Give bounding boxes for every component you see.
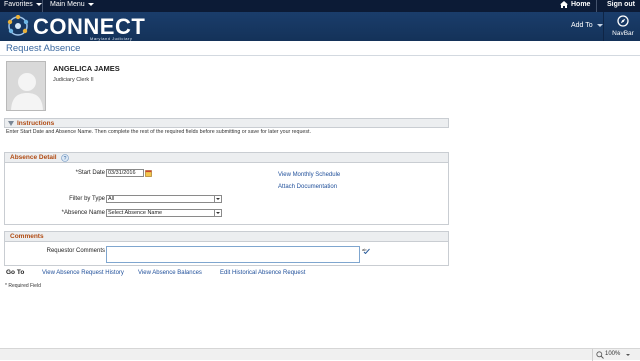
sign-out-label: Sign out: [607, 1, 635, 8]
view-monthly-schedule-link[interactable]: View Monthly Schedule: [278, 172, 340, 178]
status-divider: [592, 349, 593, 361]
requestor-comments-label: Requestor Comments: [46, 248, 105, 254]
filter-by-type-label: Filter by Type: [69, 196, 105, 202]
add-to-menu[interactable]: Add To: [571, 22, 603, 29]
instructions-heading: Instructions: [17, 120, 55, 127]
main-menu-label: Main Menu: [50, 1, 85, 8]
dropdown-arrow-icon: [214, 210, 221, 216]
collapse-triangle-icon: [8, 121, 14, 126]
spell-check-icon[interactable]: ab: [362, 247, 370, 254]
top-menu-bar: Favorites Main Menu Home Sign out: [0, 0, 640, 12]
absence-detail-header: Absence Detail ?: [4, 152, 449, 163]
dropdown-arrow-icon: [214, 196, 221, 202]
navbar-label: NavBar: [612, 30, 634, 37]
home-icon: [560, 1, 568, 8]
page-title: Request Absence: [6, 43, 81, 54]
absence-detail-heading: Absence Detail: [10, 154, 57, 161]
page-title-row: Request Absence: [0, 41, 640, 56]
help-icon[interactable]: ?: [61, 154, 69, 162]
favorites-menu[interactable]: Favorites: [4, 1, 42, 8]
absence-name-value: Select Absence Name: [108, 210, 163, 216]
edit-historical-absence-request-link[interactable]: Edit Historical Absence Request: [220, 270, 305, 276]
view-absence-balances-link[interactable]: View Absence Balances: [138, 270, 202, 276]
chevron-down-icon: [596, 24, 603, 27]
menu-divider: [42, 0, 43, 12]
zoom-level[interactable]: 100%: [605, 351, 620, 357]
comments-header: Comments: [4, 231, 449, 242]
svg-text:?: ?: [64, 156, 67, 162]
calendar-icon[interactable]: [145, 170, 152, 177]
avatar: [6, 61, 46, 111]
home-link[interactable]: Home: [560, 1, 590, 8]
filter-by-type-select[interactable]: All: [106, 195, 222, 203]
attach-documentation-link[interactable]: Attach Documentation: [278, 184, 337, 190]
filter-by-type-value: All: [108, 196, 115, 202]
person-silhouette-icon: [11, 73, 43, 110]
svg-text:ab: ab: [362, 247, 367, 252]
start-date-input[interactable]: 03/31/2016: [106, 169, 144, 177]
view-absence-request-history-link[interactable]: View Absence Request History: [42, 270, 124, 276]
go-to-label: Go To: [6, 269, 25, 276]
comments-panel: Requestor Comments ab: [4, 242, 449, 266]
sign-out-link[interactable]: Sign out: [607, 1, 635, 8]
start-date-value: 03/31/2016: [108, 170, 136, 176]
header-divider: [603, 12, 604, 41]
employee-job-title: Judiciary Clerk II: [53, 77, 94, 83]
main-menu[interactable]: Main Menu: [50, 1, 94, 8]
header-banner: CONNECT Maryland Judiciary Add To NavBar: [0, 12, 640, 41]
instructions-header[interactable]: Instructions: [4, 118, 449, 128]
compass-icon: [617, 15, 629, 27]
requestor-comments-textarea[interactable]: [106, 246, 360, 263]
connect-logo-icon: [7, 15, 29, 36]
start-date-label: *Start Date: [75, 170, 105, 176]
navbar-button[interactable]: NavBar: [606, 13, 640, 41]
required-field-note: * Required Field: [5, 283, 41, 289]
favorites-label: Favorites: [4, 1, 33, 8]
comments-heading: Comments: [10, 233, 44, 240]
absence-detail-panel: *Start Date 03/31/2016 View Monthly Sche…: [4, 163, 449, 225]
absence-name-label: *Absence Name: [61, 210, 105, 216]
chevron-down-icon: [87, 3, 94, 6]
zoom-icon[interactable]: [596, 351, 604, 359]
chevron-down-icon[interactable]: [626, 354, 630, 356]
chevron-down-icon: [35, 3, 42, 6]
add-to-label: Add To: [571, 22, 593, 29]
instructions-text: Enter Start Date and Absence Name. Then …: [6, 129, 311, 135]
home-label: Home: [571, 1, 591, 8]
menu-divider: [596, 0, 597, 12]
absence-name-select[interactable]: Select Absence Name: [106, 209, 222, 217]
employee-name: ANGELICA JAMES: [53, 64, 120, 73]
browser-status-bar: 100%: [0, 348, 640, 361]
